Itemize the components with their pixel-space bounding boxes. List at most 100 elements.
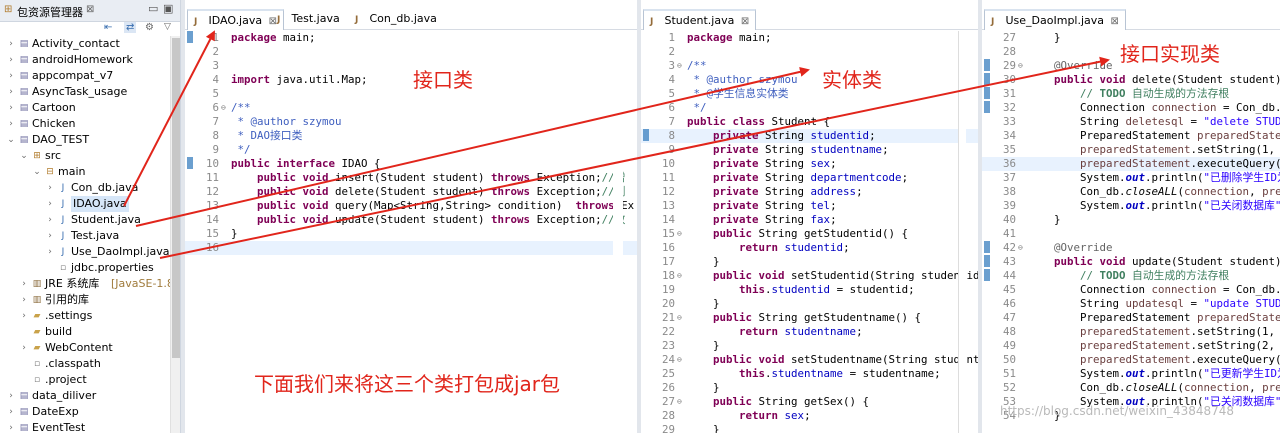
code-line[interactable]: 35 preparedStatement.setString(1, st [982,143,1280,157]
code-line[interactable]: 13 private String tel; [641,199,978,213]
code-line[interactable]: 44 // TODO 自动生成的方法存根 [982,269,1280,283]
fold-toggle-icon[interactable]: ⊖ [221,101,226,115]
chevron-down-icon[interactable]: ⌄ [32,164,42,180]
tree-item[interactable]: › ▰ .settings [0,308,170,324]
code-line[interactable]: 39 System.out.println("已关闭数据库"); [982,199,1280,213]
code-line[interactable]: 51 System.out.println("已更新学生ID为 [982,367,1280,381]
editor-student-scrollbar[interactable] [958,31,966,433]
tree-item[interactable]: › J Con_db.java [0,180,170,196]
code-line[interactable]: 42 ⊖ @Override [982,241,1280,255]
code-line[interactable]: 2 [641,45,978,59]
tree-item[interactable]: › J Use_DaoImpl.java [0,244,170,260]
code-line[interactable]: 31 // TODO 自动生成的方法存根 [982,87,1280,101]
code-line[interactable]: 18 ⊖ public void setStudentid(String stud… [641,269,978,283]
tree-item[interactable]: › ▤ Cartoon [0,100,170,116]
code-line[interactable]: 14 public void update(Student student) t… [185,213,637,227]
code-line[interactable]: 12 private String address; [641,185,978,199]
code-line[interactable]: 48 preparedStatement.setString(1, st [982,325,1280,339]
code-line[interactable]: 1 package main; [185,31,637,45]
code-line[interactable]: 13 public void query(Map<String,String> … [185,199,637,213]
code-line[interactable]: 38 Con_db.closeALL(connection, prepar [982,185,1280,199]
code-line[interactable]: 29 } [641,423,978,433]
collapse-all-icon[interactable]: ⇤ [104,22,112,33]
tree-item[interactable]: ▰ build [0,324,170,340]
code-line[interactable]: 5 * @学生信息实体类 [641,87,978,101]
code-line[interactable]: 8 private String studentid; [641,129,978,143]
tab-student[interactable]: J Student.java ⊠ [643,9,757,30]
code-line[interactable]: 21 ⊖ public String getStudentname() { [641,311,978,325]
link-editor-icon[interactable]: ⇄ [124,22,137,33]
tree-item[interactable]: › ▤ AsyncTask_usage [0,84,170,100]
code-line[interactable]: 11 private String departmentcode; [641,171,978,185]
code-line[interactable]: 37 System.out.println("已删除学生ID为 [982,171,1280,185]
chevron-right-icon[interactable]: › [45,244,55,260]
chevron-right-icon[interactable]: › [6,116,16,132]
fold-toggle-icon[interactable]: ⊖ [677,227,682,241]
code-line[interactable]: 26 } [641,381,978,395]
code-line[interactable]: 30 public void delete(Student student) t… [982,73,1280,87]
tab-use-daoimpl[interactable]: J Use_DaoImpl.java ⊠ [984,9,1126,30]
code-line[interactable]: 49 preparedStatement.setString(2, st [982,339,1280,353]
code-line[interactable]: 8 * DAO接口类 [185,129,637,143]
tree-item[interactable]: › ▥ JRE 系统库 [JavaSE-1.8] [0,276,178,292]
tab-test[interactable]: J Test.java [271,9,346,30]
tree-item[interactable]: › ▤ data_diliver [0,388,170,404]
code-line[interactable]: 9 private String studentname; [641,143,978,157]
tree-item[interactable]: ⌄ ⊞ src [0,148,170,164]
tree-item[interactable]: › J Test.java [0,228,170,244]
view-menu-icon[interactable]: ⚙ [145,22,154,33]
chevron-right-icon[interactable]: › [6,420,16,433]
tree-item[interactable]: ▫ jdbc.properties [0,260,170,276]
tree-item[interactable]: › ▤ Activity_contact [0,36,170,52]
code-line[interactable]: 33 String deletesql = "delete STUDENT [982,115,1280,129]
code-line[interactable]: 34 PreparedStatement preparedStatemen [982,129,1280,143]
code-line[interactable]: 15} [185,227,637,241]
fold-toggle-icon[interactable]: ⊖ [677,269,682,283]
code-line[interactable]: 36 preparedStatement.executeQuery(); [982,157,1280,171]
code-line[interactable]: 10 public interface IDAO { [185,157,637,171]
code-line[interactable]: 10 private String sex; [641,157,978,171]
code-line[interactable]: 6 ⊖ /** [185,101,637,115]
tree-item[interactable]: › ▥ 引用的库 [0,292,170,308]
chevron-right-icon[interactable]: › [6,36,16,52]
fold-toggle-icon[interactable]: ⊖ [1018,241,1023,255]
chevron-right-icon[interactable]: › [45,212,55,228]
fold-toggle-icon[interactable]: ⊖ [677,395,682,409]
code-line[interactable]: 17 } [641,255,978,269]
explorer-scroll-thumb[interactable] [172,38,180,358]
code-line[interactable]: 15 ⊖ public String getStudentid() { [641,227,978,241]
chevron-right-icon[interactable]: › [19,340,29,356]
tree-item[interactable]: ▫ .project [0,372,170,388]
fold-toggle-icon[interactable]: ⊖ [677,311,682,325]
fold-toggle-icon[interactable]: ⊖ [677,59,682,73]
chevron-down-icon[interactable]: ⌄ [6,132,16,148]
code-line[interactable]: 23 } [641,339,978,353]
tree-item[interactable]: › ▤ EventTest [0,420,170,433]
chevron-right-icon[interactable]: › [6,388,16,404]
code-line[interactable]: 32 Connection connection = Con_db.ge [982,101,1280,115]
code-line[interactable]: 24 ⊖ public void setStudentname(String st… [641,353,978,367]
editor-idao-scrollbar[interactable] [613,31,623,433]
explorer-scrollbar[interactable] [170,36,180,433]
code-line[interactable]: 22 return studentname; [641,325,978,339]
chevron-right-icon[interactable]: › [6,404,16,420]
chevron-right-icon[interactable]: › [45,228,55,244]
code-line[interactable]: 19 this.studentid = studentid; [641,283,978,297]
code-line[interactable]: 4 * @author szymou [641,73,978,87]
code-area-daoimpl[interactable]: 27 } 28 29 ⊖ @Override 30 public void delete… [982,31,1280,423]
code-line[interactable]: 16 [185,241,637,255]
close-icon[interactable]: ⊠ [741,16,749,27]
chevron-right-icon[interactable]: › [6,68,16,84]
code-line[interactable]: 1 package main; [641,31,978,45]
code-line[interactable]: 4 import java.util.Map; [185,73,637,87]
code-area-student[interactable]: 1 package main; 2 3 ⊖/** 4 * @author szymou 5 … [641,31,978,433]
close-icon[interactable]: ⊠ [1111,16,1119,27]
tree-item[interactable]: › J Student.java [0,212,170,228]
code-line[interactable]: 3 ⊖ /** [641,59,978,73]
tree-item[interactable]: ⌄ ⊟ main [0,164,170,180]
code-line[interactable]: 11 public void insert(Student student) t… [185,171,637,185]
chevron-right-icon[interactable]: › [19,308,29,324]
code-line[interactable]: 45 Connection connection = Con_db.ge [982,283,1280,297]
code-line[interactable]: 47 PreparedStatement preparedStatemen [982,311,1280,325]
code-line[interactable]: 12 public void delete(Student student) t… [185,185,637,199]
